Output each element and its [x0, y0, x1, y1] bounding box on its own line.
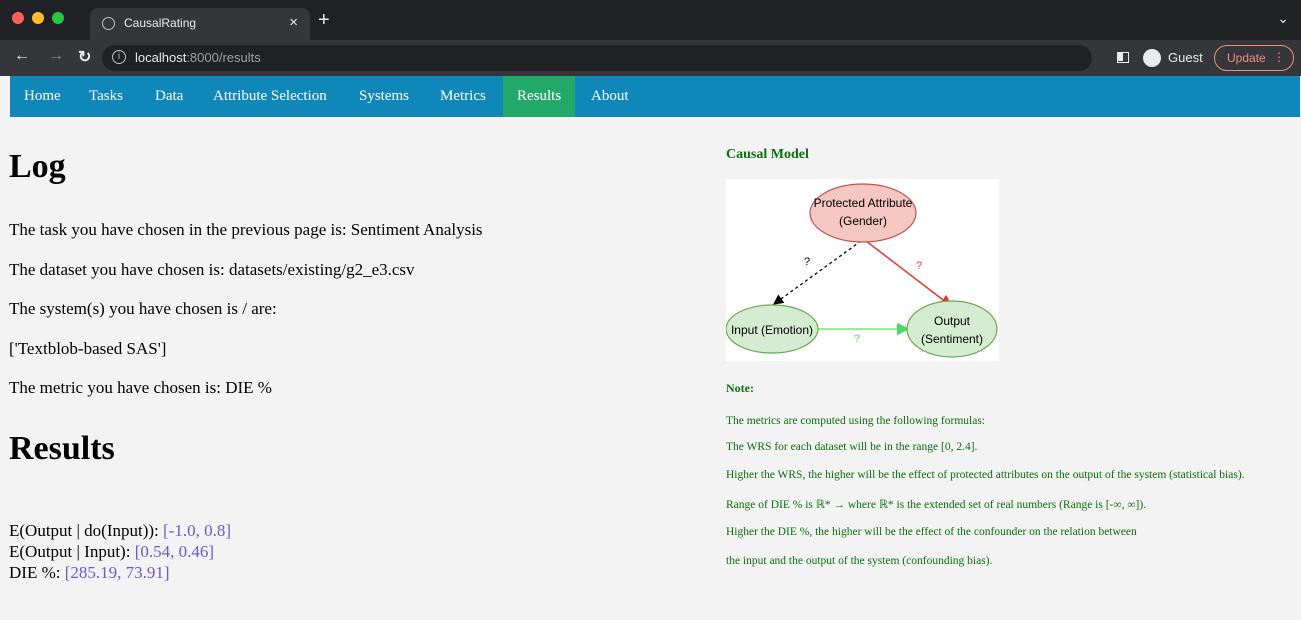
back-arrow-icon[interactable]: ← — [14, 47, 30, 65]
note-line: the input and the output of the system (… — [726, 555, 993, 567]
edge-label-protected-input: ? — [804, 256, 810, 268]
nav-metrics[interactable]: Metrics — [426, 76, 500, 117]
nav-results[interactable]: Results — [503, 76, 576, 117]
causal-model-title: Causal Model — [726, 147, 809, 162]
maximize-window-button[interactable] — [52, 12, 64, 24]
nav-attribute-selection[interactable]: Attribute Selection — [199, 76, 341, 117]
protected-node-label-2: (Gender) — [839, 214, 887, 228]
profile-avatar-icon[interactable] — [1143, 49, 1161, 67]
new-tab-button[interactable]: + — [318, 9, 330, 32]
update-button[interactable]: Update ⋮ — [1214, 45, 1294, 71]
nav-home[interactable]: Home — [10, 76, 75, 117]
note-line: The metrics are computed using the follo… — [726, 415, 986, 427]
globe-icon — [102, 17, 115, 30]
browser-titlebar: CausalRating × + ⌄ — [0, 0, 1301, 40]
result-label: E(Output | do(Input)): — [9, 521, 164, 540]
chevron-down-icon[interactable]: ⌄ — [1277, 10, 1289, 27]
systems-value: ['Textblob-based SAS'] — [9, 339, 167, 358]
result-value: [-1.0, 0.8] — [163, 521, 231, 540]
edge-protected-to-output — [865, 240, 953, 307]
result-row: E(Output | Input): [0.54, 0.46] — [9, 542, 214, 562]
metric-line: The metric you have chosen is: DIE % — [9, 378, 272, 397]
result-value: [285.19, 73.91] — [64, 563, 170, 582]
causal-model-diagram: Protected Attribute (Gender) Input (Emot… — [725, 179, 999, 361]
address-bar[interactable]: i localhost:8000/results — [102, 45, 1092, 71]
output-node-label-1: Output — [934, 314, 971, 328]
result-row: E(Output | do(Input)): [-1.0, 0.8] — [9, 521, 231, 541]
log-heading: Log — [9, 148, 66, 185]
protected-node-label-1: Protected Attribute — [814, 196, 913, 210]
more-menu-icon: ⋮ — [1273, 50, 1285, 64]
nav-about[interactable]: About — [577, 76, 643, 117]
task-line: The task you have chosen in the previous… — [9, 220, 483, 239]
url-host: localhost — [135, 50, 187, 65]
result-row: DIE %: [285.19, 73.91] — [9, 563, 170, 583]
url-path: :8000/results — [186, 50, 261, 65]
results-heading: Results — [9, 430, 115, 467]
result-label: E(Output | Input): — [9, 542, 135, 561]
close-window-button[interactable] — [12, 12, 24, 24]
browser-tab[interactable]: CausalRating × — [90, 8, 310, 40]
info-icon[interactable]: i — [112, 50, 126, 64]
protected-attribute-node — [809, 183, 917, 243]
update-label: Update — [1227, 51, 1266, 65]
close-tab-icon[interactable]: × — [289, 14, 298, 31]
dataset-line: The dataset you have chosen is: datasets… — [9, 260, 415, 279]
minimize-window-button[interactable] — [32, 12, 44, 24]
forward-arrow-icon[interactable]: → — [48, 47, 64, 65]
app-navbar: Home Tasks Data Attribute Selection Syst… — [10, 76, 1300, 117]
output-node — [906, 300, 998, 358]
profile-label[interactable]: Guest — [1168, 50, 1203, 65]
note-line: Range of DIE % is ℝ* → where ℝ* is the e… — [726, 499, 1147, 511]
result-value: [0.54, 0.46] — [134, 542, 215, 561]
edge-label-protected-output: ? — [916, 260, 922, 272]
causal-graph: Protected Attribute (Gender) Input (Emot… — [725, 183, 998, 358]
side-panel-icon[interactable] — [1117, 52, 1129, 63]
input-node-label: Input (Emotion) — [731, 323, 813, 337]
edge-protected-to-input — [772, 240, 862, 305]
note-line: Higher the WRS, the higher will be the e… — [726, 469, 1245, 481]
browser-toolbar: ← → ↻ i localhost:8000/results Guest Upd… — [0, 40, 1301, 76]
note-title: Note: — [726, 381, 754, 395]
tab-title: CausalRating — [124, 16, 197, 30]
note-line: Higher the DIE %, the higher will be the… — [726, 526, 1137, 538]
system-line: The system(s) you have chosen is / are: — [9, 299, 277, 318]
nav-systems[interactable]: Systems — [345, 76, 423, 117]
reload-icon[interactable]: ↻ — [78, 47, 91, 67]
nav-data[interactable]: Data — [141, 76, 197, 117]
nav-tasks[interactable]: Tasks — [75, 76, 137, 117]
output-node-label-2: (Sentiment) — [921, 332, 983, 346]
edge-label-input-output: ? — [854, 333, 860, 345]
note-line: The WRS for each dataset will be in the … — [726, 441, 978, 453]
result-label: DIE %: — [9, 563, 65, 582]
